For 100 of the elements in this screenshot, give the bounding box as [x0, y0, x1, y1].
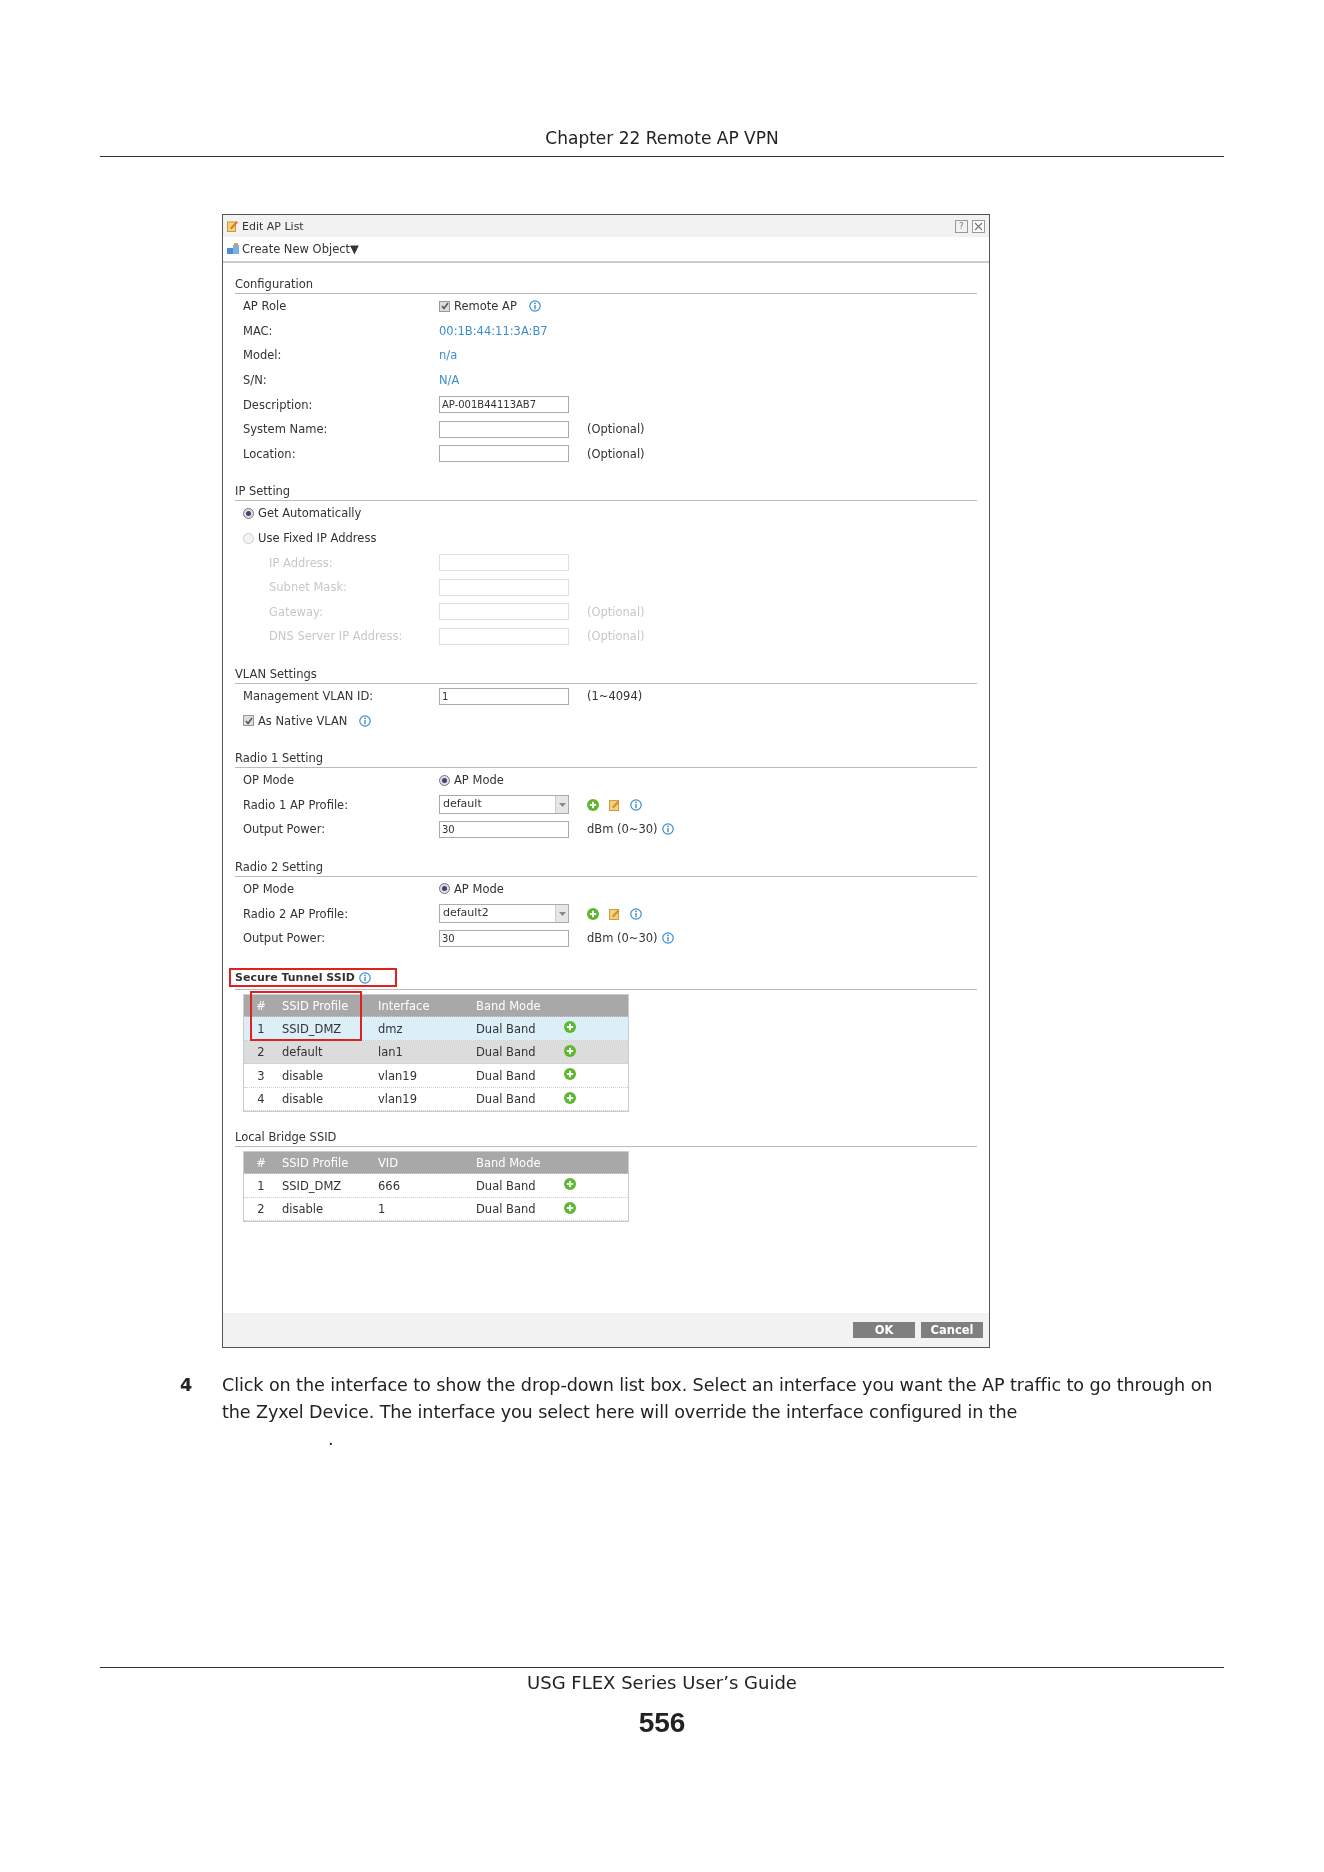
cancel-button[interactable]: Cancel	[921, 1322, 983, 1338]
table-cell-text: SSID_DMZ	[281, 1021, 343, 1036]
step-text: Click on the interface to show the drop-down list box. Select an interface you want the AP traffic to go through on the Zyxel Device. The interface you select here will override the interface configured in the	[222, 1374, 1214, 1424]
checkbox[interactable]: As Native VLAN	[243, 713, 348, 728]
section-title: Radio 2 Setting	[235, 859, 324, 874]
field-label: Output Power:	[243, 822, 327, 837]
field-label: Management VLAN ID:	[243, 689, 375, 703]
table-cell-text: dmz	[377, 1021, 404, 1036]
field-value: n/a	[439, 348, 458, 363]
footer-title: USG FLEX Series User’s Guide	[526, 1672, 798, 1693]
table-row[interactable]: 3 disable vlan19 Dual Band	[244, 1064, 628, 1088]
field-label: Output Power:	[243, 931, 327, 946]
help-button[interactable]: ?	[955, 219, 968, 233]
table-row[interactable]: 2 default lan1 Dual Band	[244, 1040, 628, 1065]
edit-icon	[609, 907, 620, 920]
table-cell-text: 1	[377, 1202, 387, 1217]
section-title: Configuration	[235, 277, 313, 291]
table-cell-text: 2	[256, 1202, 266, 1217]
ok-button[interactable]: OK	[853, 1322, 915, 1338]
column-header: SSID Profile	[281, 1155, 350, 1170]
page-header: Chapter 22 Remote AP VPN	[545, 128, 779, 148]
field-hint: dBm (0~30)	[587, 931, 658, 946]
punctuation: .	[328, 1429, 334, 1449]
field-label: Model:	[243, 348, 283, 363]
field-label: System Name:	[243, 422, 329, 437]
info-icon	[630, 907, 642, 920]
table-cell-text: lan1	[377, 1045, 404, 1060]
caret-icon	[558, 802, 566, 807]
add-icon	[564, 1178, 576, 1191]
radio-button[interactable]: Use Fixed IP Address	[243, 531, 377, 546]
section-title: IP Setting	[235, 484, 291, 499]
radio-button[interactable]: AP Mode	[439, 773, 504, 788]
field-label: MAC:	[243, 323, 274, 338]
field-hint: (1~4094)	[587, 689, 643, 703]
table-cell-text: 4	[256, 1092, 266, 1107]
profile-dropdown[interactable]: default	[439, 795, 569, 815]
info-icon	[630, 798, 642, 811]
edit-icon	[609, 798, 620, 811]
table-row[interactable]: 4 disable vlan19 Dual Band	[244, 1087, 628, 1112]
table-cell-text: 666	[377, 1178, 401, 1193]
add-icon	[564, 1091, 576, 1104]
table-cell-text: vlan19	[377, 1068, 418, 1083]
section-title: Local Bridge SSID	[235, 1130, 337, 1145]
field-label: Radio 1 AP Profile:	[243, 797, 350, 812]
field-label: Radio 2 AP Profile:	[243, 906, 350, 921]
radio-button[interactable]: Get Automatically	[243, 506, 362, 521]
table-cell-text: 2	[256, 1045, 266, 1060]
field-label: OP Mode	[243, 773, 295, 788]
profile-dropdown[interactable]: default2	[439, 904, 569, 924]
table-row[interactable]: 1 SSID_DMZ 666 Dual Band	[244, 1174, 628, 1198]
field-label: S/N:	[243, 373, 268, 388]
check-icon	[244, 716, 253, 725]
objects-icon	[227, 243, 239, 255]
table-cell-text: disable	[281, 1068, 325, 1083]
field-label: Description:	[243, 397, 314, 412]
column-header: Interface	[377, 998, 431, 1013]
add-icon	[564, 1201, 576, 1214]
field-value: 00:1B:44:11:3A:B7	[439, 323, 548, 338]
add-icon	[587, 798, 599, 811]
table-row[interactable]: 1 SSID_DMZ dmz Dual Band	[244, 1017, 628, 1041]
radio-button[interactable]: AP Mode	[439, 882, 504, 896]
table-cell-text: disable	[281, 1092, 325, 1107]
column-header: SSID Profile	[281, 998, 350, 1013]
check-icon	[440, 302, 449, 311]
add-icon	[564, 1021, 576, 1034]
section-title: VLAN Settings	[235, 666, 317, 681]
input-field[interactable]	[439, 420, 569, 438]
caret-icon	[558, 911, 566, 916]
input-field[interactable]: 30	[439, 929, 569, 947]
window-title: Edit AP List	[242, 219, 305, 233]
page-number: 556	[637, 1707, 687, 1739]
table-cell-text: Dual Band	[475, 1068, 537, 1083]
table-cell-text: Dual Band	[475, 1021, 537, 1036]
table-cell-text: 1	[256, 1178, 266, 1193]
checkbox[interactable]: Remote AP	[439, 299, 517, 314]
field-hint: dBm (0~30)	[587, 822, 658, 837]
field-hint: (Optional)	[587, 422, 645, 437]
field-hint: (Optional)	[587, 446, 645, 461]
table-cell-text: Dual Band	[475, 1092, 537, 1107]
section-title: Radio 1 Setting	[235, 750, 324, 765]
create-new-object-menu[interactable]: Create New Object▼	[227, 242, 359, 256]
column-header: Band Mode	[475, 1155, 542, 1170]
input-field[interactable]: 30	[439, 820, 569, 838]
table-cell-text: vlan19	[377, 1092, 418, 1107]
add-icon	[564, 1044, 576, 1057]
field-value: N/A	[439, 373, 460, 388]
table-cell-text: Dual Band	[475, 1178, 537, 1193]
close-icon[interactable]	[972, 219, 985, 233]
table-cell-text: 1	[256, 1021, 266, 1036]
table-cell-text: default	[281, 1045, 324, 1060]
table-cell-text: 3	[256, 1068, 266, 1083]
step-number: 4	[180, 1374, 194, 1397]
table-cell-text: SSID_DMZ	[281, 1178, 343, 1193]
add-icon	[564, 1068, 576, 1081]
column-header: #	[255, 1155, 267, 1170]
input-field[interactable]	[439, 445, 569, 463]
table-row[interactable]: 2 disable 1 Dual Band	[244, 1197, 628, 1222]
input-field[interactable]: AP-001B44113AB7	[439, 396, 569, 414]
input-field[interactable]: 1	[439, 687, 569, 705]
column-header: Band Mode	[475, 998, 542, 1013]
